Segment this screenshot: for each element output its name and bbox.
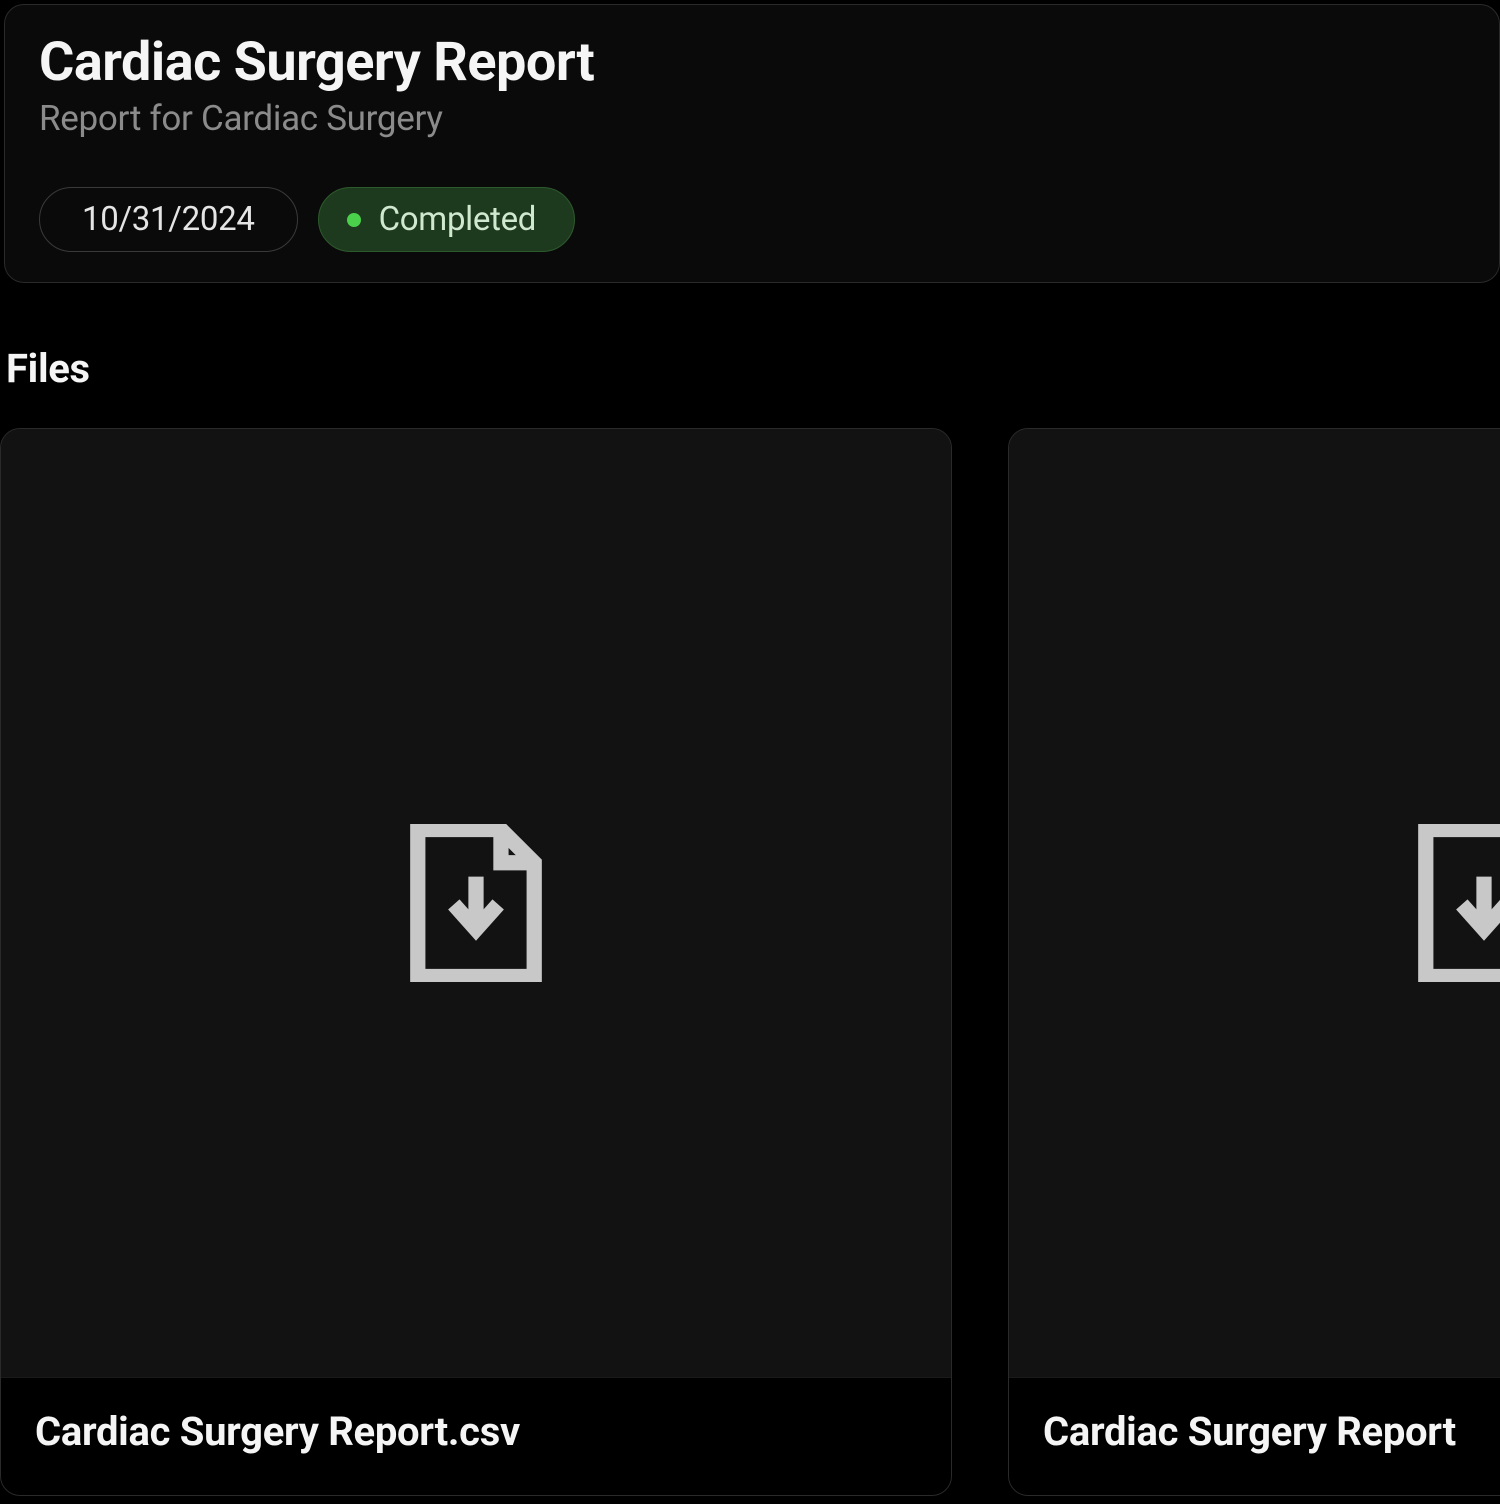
file-name: Cardiac Surgery Report.csv <box>35 1408 917 1455</box>
file-grid: Cardiac Surgery Report.csv Cardiac Surge… <box>0 428 1500 1496</box>
status-dot-icon <box>347 213 361 227</box>
file-card[interactable]: Cardiac Surgery Report <box>1008 428 1500 1496</box>
file-footer: Cardiac Surgery Report.csv <box>1 1377 951 1495</box>
file-footer: Cardiac Surgery Report <box>1009 1377 1500 1495</box>
file-preview <box>1009 429 1500 1377</box>
file-download-icon <box>1414 824 1500 982</box>
file-preview <box>1 429 951 1377</box>
file-download-icon <box>406 824 546 982</box>
files-section-label: Files <box>6 345 1500 392</box>
report-subtitle: Report for Cardiac Surgery <box>39 98 1465 139</box>
badge-row: 10/31/2024 Completed <box>39 187 1465 252</box>
file-card[interactable]: Cardiac Surgery Report.csv <box>0 428 952 1496</box>
status-badge-text: Completed <box>379 200 537 239</box>
report-header-card: Cardiac Surgery Report Report for Cardia… <box>4 4 1500 283</box>
report-title: Cardiac Surgery Report <box>39 33 1465 92</box>
date-badge: 10/31/2024 <box>39 187 298 252</box>
file-name: Cardiac Surgery Report <box>1043 1408 1500 1455</box>
status-badge: Completed <box>318 187 576 252</box>
date-badge-text: 10/31/2024 <box>82 200 255 239</box>
